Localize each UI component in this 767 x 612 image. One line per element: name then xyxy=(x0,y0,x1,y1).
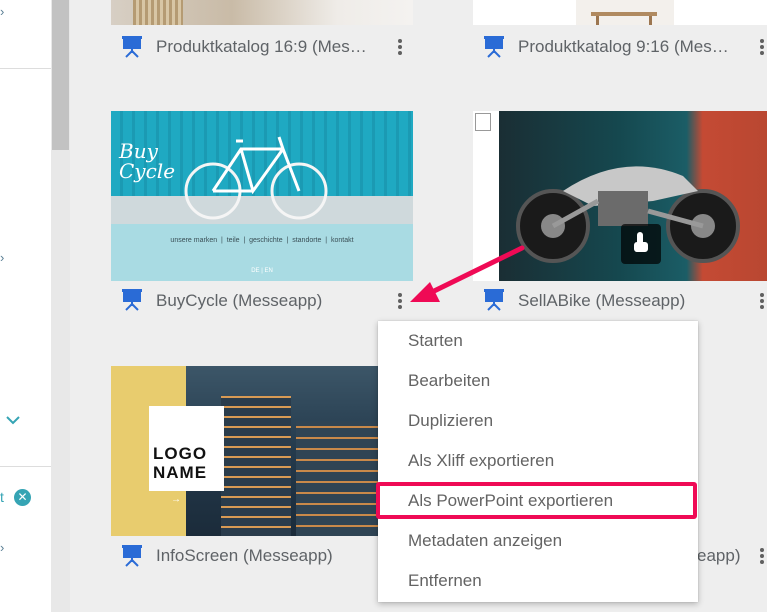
touch-hint-icon xyxy=(621,224,661,264)
card-title[interactable]: Produktkatalog 16:9 (Mes… xyxy=(156,37,381,57)
logo-text-line2: NAME xyxy=(153,463,208,482)
menu-item-bearbeiten[interactable]: Bearbeiten xyxy=(378,361,698,401)
context-menu: Starten Bearbeiten Duplizieren Als Xliff… xyxy=(378,321,698,602)
clear-filter-icon[interactable]: ✕ xyxy=(14,489,31,506)
kebab-menu-icon[interactable] xyxy=(755,291,767,311)
menu-item-xliff-export[interactable]: Als Xliff exportieren xyxy=(378,441,698,481)
buycycle-lang: DE | EN xyxy=(251,268,273,274)
card-title[interactable]: BuyCycle (Messeapp) xyxy=(156,291,381,311)
kebab-menu-icon[interactable] xyxy=(755,37,767,57)
menu-item-starten[interactable]: Starten xyxy=(378,321,698,361)
arrow-right-icon: → xyxy=(171,494,181,505)
scrollbar-thumb[interactable] xyxy=(52,0,69,150)
card-title[interactable]: eapp) xyxy=(697,546,752,566)
thumb-logo-icon xyxy=(475,113,491,131)
sidebar-divider xyxy=(0,68,51,69)
presentation-icon xyxy=(122,289,142,311)
kebab-menu-icon[interactable] xyxy=(393,37,407,57)
buycycle-logo: Buy Cycle xyxy=(119,139,176,183)
filter-tag-text: t xyxy=(0,489,4,505)
menu-item-duplizieren[interactable]: Duplizieren xyxy=(378,401,698,441)
card-title[interactable]: SellABike (Messeapp) xyxy=(518,291,743,311)
chevron-right-icon[interactable]: › xyxy=(0,540,4,555)
chevron-right-icon[interactable]: › xyxy=(0,4,4,19)
card-thumbnail[interactable] xyxy=(473,0,767,25)
presentation-icon xyxy=(122,36,142,58)
buycycle-nav: unsere marken | teile | geschichte | sta… xyxy=(170,237,354,244)
presentation-icon xyxy=(122,545,142,567)
annotation-arrow-icon xyxy=(410,245,525,302)
logo-placeholder: LOGO NAME xyxy=(149,406,224,491)
presentation-icon xyxy=(484,36,504,58)
card-title[interactable]: InfoScreen (Messeapp) xyxy=(156,546,381,566)
bicycle-image xyxy=(184,136,328,220)
chevron-down-icon[interactable] xyxy=(5,412,21,428)
kebab-menu-icon[interactable] xyxy=(755,546,767,566)
highlight-annotation xyxy=(376,482,697,519)
menu-item-metadaten[interactable]: Metadaten anzeigen xyxy=(378,521,698,561)
card-title[interactable]: Produktkatalog 9:16 (Mes… xyxy=(518,37,743,57)
sidebar: › › t ✕ › xyxy=(0,0,51,612)
buycycle-thumbnail[interactable]: Buy Cycle unsere marken | teile | geschi… xyxy=(111,111,413,281)
sidebar-divider xyxy=(0,466,51,467)
chevron-right-icon[interactable]: › xyxy=(0,250,4,265)
card-thumbnail[interactable] xyxy=(111,0,413,25)
menu-item-entfernen[interactable]: Entfernen xyxy=(378,561,698,601)
logo-text-line1: LOGO xyxy=(153,444,208,463)
infoscreen-thumbnail[interactable]: LOGO NAME → xyxy=(111,366,413,536)
